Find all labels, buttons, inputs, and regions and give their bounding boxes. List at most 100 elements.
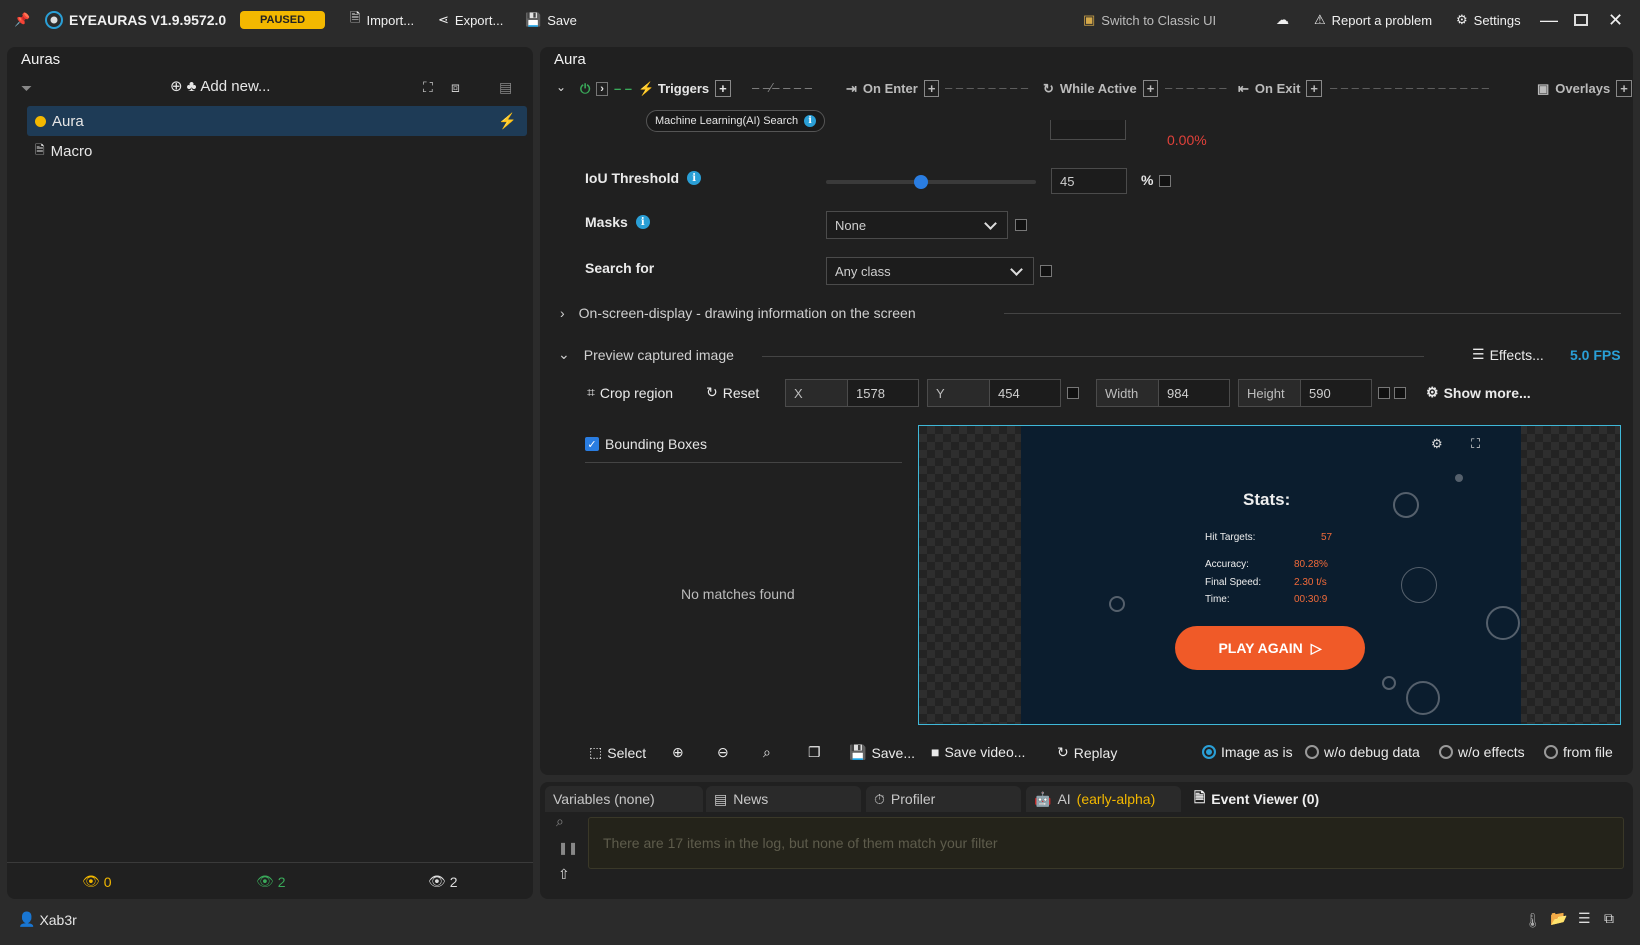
minimize-button[interactable]: — — [1540, 0, 1558, 40]
add-trigger-button[interactable]: + — [715, 80, 731, 97]
iou-value-input[interactable]: 45 — [1051, 168, 1127, 194]
cloud-icon[interactable]: ☁ — [1276, 0, 1289, 40]
wh-checkbox-1[interactable] — [1378, 387, 1390, 399]
thermometer-icon[interactable]: 🌡 — [1524, 912, 1542, 929]
bounding-boxes-toggle[interactable]: ✓ Bounding Boxes — [585, 436, 707, 452]
zoom-in-icon[interactable]: ⊕ — [672, 744, 684, 761]
close-button[interactable]: ✕ — [1608, 0, 1623, 40]
width-input[interactable]: 984 — [1158, 379, 1230, 407]
settings-button[interactable]: ⚙ Settings — [1456, 0, 1521, 40]
expand-all-icon[interactable]: ⛶ — [423, 79, 433, 96]
fullscreen-icon[interactable]: ⛶ — [1471, 436, 1480, 452]
hidden-count[interactable]: 👁 0 — [82, 873, 112, 890]
tab-news[interactable]: ▤ News — [706, 786, 861, 812]
tree-item-macro[interactable]: 🗎 Macro — [27, 136, 92, 166]
info-icon[interactable]: i — [635, 215, 650, 229]
add-new-button[interactable]: ⊕ ♣ Add new... — [170, 77, 270, 95]
tab-profiler[interactable]: ⏱ Profiler — [866, 786, 1021, 812]
folder-icon[interactable]: 📂 — [1550, 910, 1567, 927]
triggers-step[interactable]: ⚡ Triggers — [638, 81, 709, 97]
paused-badge[interactable]: PAUSED — [240, 11, 326, 29]
visible-count[interactable]: 👁 2 — [256, 873, 286, 890]
tab-event-viewer[interactable]: 🗎 Event Viewer (0) — [1186, 786, 1346, 812]
game-screenshot: ⚙ ⛶ Stats: Hit Targets: 57 Accuracy: 80.… — [1021, 426, 1521, 724]
select-button[interactable]: ⬚ Select — [589, 744, 646, 761]
tree-item-aura[interactable]: Aura ⚡ — [27, 106, 527, 136]
zoom-fit-icon[interactable]: ⌕ — [763, 744, 771, 761]
auras-panel: Auras ⏷ ⊕ ♣ Add new... ⛶ ⧈ ▤ — [7, 47, 533, 899]
height-input[interactable]: 590 — [1300, 379, 1372, 407]
y-input[interactable]: 454 — [989, 379, 1061, 407]
add-on-exit-button[interactable]: + — [1306, 80, 1323, 97]
user-label[interactable]: 👤 Xab3r — [18, 911, 77, 928]
collapse-all-icon[interactable]: ⧈ — [451, 79, 460, 96]
report-problem-button[interactable]: ⚠ Report a problem — [1314, 0, 1432, 40]
chevron-down-icon: ⌄ — [558, 346, 570, 362]
tab-variables[interactable]: Variables (none) — [545, 786, 703, 812]
on-enter-step[interactable]: ⇥ On Enter + — [846, 80, 940, 97]
search-for-select[interactable]: Any class — [826, 257, 1034, 285]
import-button[interactable]: 🗎 Import... — [350, 0, 414, 40]
power-icon[interactable]: ⏻ — [580, 81, 590, 97]
captured-image-preview[interactable]: ⚙ ⛶ Stats: Hit Targets: 57 Accuracy: 80.… — [918, 425, 1621, 725]
play-again-button[interactable]: PLAY AGAIN ▷ — [1175, 626, 1365, 670]
export-button[interactable]: ⋖ Export... — [438, 0, 503, 40]
maximize-button[interactable] — [1574, 0, 1588, 40]
hit-targets-label: Hit Targets: — [1205, 532, 1256, 543]
save-icon: 💾 — [525, 12, 542, 27]
search-for-checkbox[interactable] — [1040, 265, 1052, 277]
list-icon[interactable]: ☰ — [1578, 910, 1591, 927]
image-as-is-radio[interactable]: Image as is — [1202, 744, 1293, 760]
trash-icon[interactable]: ▤ — [499, 79, 512, 96]
save-image-button[interactable]: 💾 Save... — [849, 744, 915, 761]
reset-button[interactable]: ↻ Reset — [706, 384, 759, 401]
replay-button[interactable]: ↻ Replay — [1057, 744, 1117, 761]
xy-checkbox[interactable] — [1067, 387, 1079, 399]
crop-region-button[interactable]: ⌗ Crop region — [587, 384, 673, 401]
cubes-icon[interactable]: ⧉ — [1604, 910, 1614, 927]
play-step-icon[interactable]: › — [596, 81, 608, 96]
add-on-enter-button[interactable]: + — [923, 80, 940, 97]
osd-section-header[interactable]: › On-screen-display - drawing informatio… — [560, 305, 916, 321]
show-more-button[interactable]: ⚙ Show more... — [1426, 384, 1531, 401]
while-active-step[interactable]: ↻ While Active + — [1043, 80, 1159, 97]
slider-thumb[interactable] — [913, 175, 928, 189]
pin-icon[interactable]: 📌 — [14, 0, 30, 40]
preview-section-header[interactable]: ⌄ Preview captured image — [558, 346, 734, 363]
effects-button[interactable]: ☰ Effects... — [1472, 346, 1544, 363]
masks-select[interactable]: None — [826, 211, 1008, 239]
gear-icon[interactable]: ⚙ — [1431, 436, 1443, 452]
search-icon[interactable]: ⌕ — [556, 813, 564, 830]
bolt-icon: ⚡ — [638, 80, 655, 96]
wo-debug-radio[interactable]: w/o debug data — [1305, 744, 1420, 760]
tree-icon: ♣ — [186, 77, 197, 95]
save-button[interactable]: 💾 Save — [525, 0, 577, 40]
collapse-chevron[interactable]: ⌄ — [556, 80, 566, 94]
tab-ai[interactable]: 🤖 AI (early-alpha) — [1026, 786, 1181, 812]
masks-checkbox[interactable] — [1015, 219, 1027, 231]
iou-checkbox[interactable] — [1159, 175, 1171, 187]
wo-effects-radio[interactable]: w/o effects — [1439, 744, 1525, 760]
total-count[interactable]: 👁 2 — [428, 873, 458, 890]
from-file-radio[interactable]: from file — [1544, 744, 1613, 760]
zoom-out-icon[interactable]: ⊖ — [717, 744, 729, 761]
video-icon: ■ — [931, 744, 940, 760]
event-log-area[interactable]: There are 17 items in the log, but none … — [588, 817, 1624, 869]
filter-icon[interactable]: ⏷ — [21, 80, 32, 97]
on-exit-step[interactable]: ⇤ On Exit + — [1238, 80, 1323, 97]
add-overlay-button[interactable]: + — [1616, 80, 1632, 97]
import-icon: 🗎 — [350, 10, 361, 25]
trigger-chip[interactable]: Machine Learning(AI) Search i — [646, 110, 826, 132]
pause-icon[interactable]: ❚❚ — [558, 841, 578, 855]
overlays-step[interactable]: ▣ Overlays + — [1537, 80, 1632, 97]
info-icon[interactable]: i — [687, 171, 702, 185]
iou-slider[interactable] — [826, 175, 1036, 189]
add-while-active-button[interactable]: + — [1142, 80, 1159, 97]
wh-checkbox-2[interactable] — [1394, 387, 1406, 399]
x-input[interactable]: 1578 — [847, 379, 919, 407]
copy-icon[interactable]: ❐ — [808, 744, 821, 761]
target-dot — [1455, 474, 1463, 482]
switch-classic-button[interactable]: ▣ Switch to Classic UI — [1083, 0, 1216, 40]
arrow-up-icon[interactable]: ⇧ — [558, 866, 570, 883]
save-video-button[interactable]: ■ Save video... — [931, 744, 1025, 760]
